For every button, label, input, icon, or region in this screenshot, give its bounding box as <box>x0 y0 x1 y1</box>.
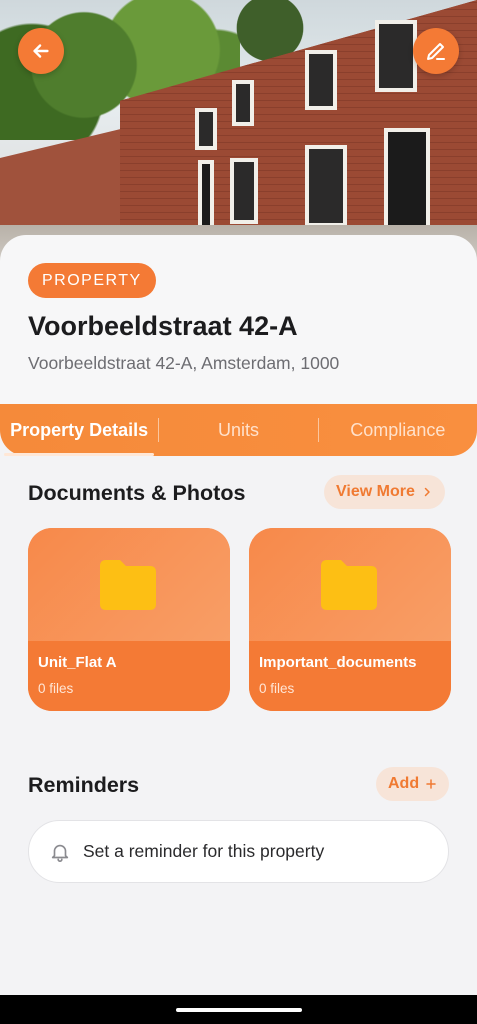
folder-card[interactable]: Unit_Flat A 0 files <box>28 528 230 711</box>
add-reminder-button[interactable]: Add <box>376 767 450 801</box>
folder-icon <box>321 560 377 610</box>
chevron-right-icon <box>424 487 430 497</box>
view-more-button[interactable]: View More <box>324 475 445 509</box>
property-title: Voorbeeldstraat 42-A <box>28 311 298 341</box>
add-reminder-label: Add <box>388 775 420 792</box>
bell-icon <box>51 844 69 862</box>
tab-units[interactable]: Units <box>159 404 317 456</box>
back-button[interactable] <box>18 28 64 74</box>
set-reminder-field[interactable]: Set a reminder for this property <box>28 820 449 883</box>
folder-file-count: 0 files <box>259 681 295 696</box>
folder-card[interactable]: Important_documents 0 files <box>249 528 451 711</box>
property-address: Voorbeeldstraat 42-A, Amsterdam, 1000 <box>28 353 340 373</box>
property-type-badge: PROPERTY <box>28 263 156 298</box>
folder-icon <box>100 560 156 610</box>
documents-section-title: Documents & Photos <box>28 481 246 505</box>
pencil-icon <box>427 43 445 60</box>
folder-name: Important_documents <box>259 654 417 671</box>
reminders-section-title: Reminders <box>28 773 140 797</box>
plus-icon <box>426 779 436 789</box>
tab-property-details[interactable]: Property Details <box>0 404 158 456</box>
property-tabs: Property Details Units Compliance <box>0 404 477 456</box>
arrow-left-icon <box>33 44 49 58</box>
folder-file-count: 0 files <box>38 681 74 696</box>
edit-button[interactable] <box>413 28 459 74</box>
home-indicator[interactable] <box>176 1008 302 1012</box>
property-hero-image <box>0 0 477 270</box>
folder-name: Unit_Flat A <box>38 654 117 671</box>
view-more-label: View More <box>336 483 415 500</box>
reminder-placeholder: Set a reminder for this property <box>83 841 325 861</box>
tab-compliance[interactable]: Compliance <box>319 404 477 456</box>
